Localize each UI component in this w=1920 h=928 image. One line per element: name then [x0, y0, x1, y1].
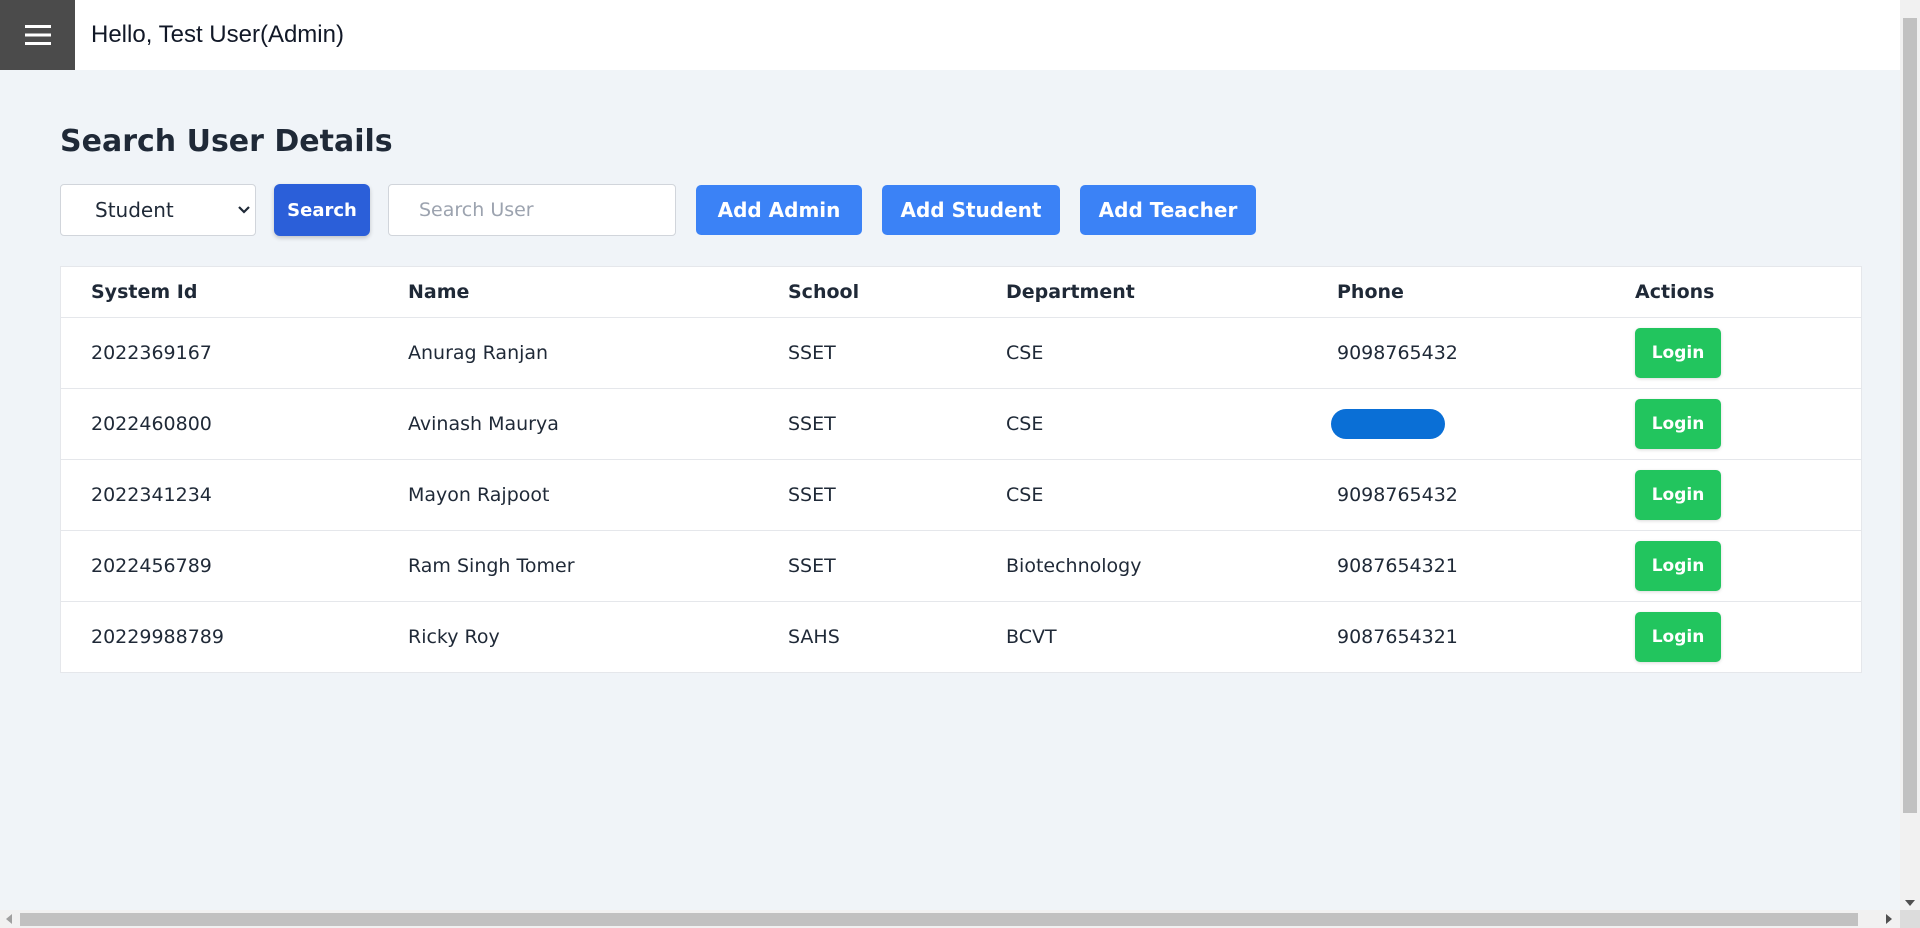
horizontal-scrollbar[interactable]	[0, 910, 1900, 928]
cell-department: Biotechnology	[976, 530, 1307, 602]
cell-actions: Login	[1605, 459, 1861, 531]
hamburger-menu-icon[interactable]	[0, 0, 75, 70]
cell-actions: Login	[1605, 317, 1861, 389]
cell-school: SSET	[758, 459, 976, 531]
cell-school: SAHS	[788, 626, 840, 648]
vertical-scrollbar-thumb[interactable]	[1903, 18, 1917, 813]
cell-name: Avinash Maurya	[378, 388, 758, 460]
login-button[interactable]: Login	[1635, 612, 1721, 662]
cell-phone	[1307, 388, 1605, 460]
greeting-text: Hello, Test User(Admin)	[91, 21, 344, 48]
search-toolbar: Student Search Add Admin Add Student Add…	[60, 184, 1860, 236]
login-button[interactable]: Login	[1635, 541, 1721, 591]
add-student-button[interactable]: Add Student	[882, 185, 1060, 235]
column-header-department: Department	[976, 267, 1307, 318]
vertical-scrollbar[interactable]	[1900, 0, 1920, 910]
cell-name: Ricky Roy	[408, 626, 500, 648]
top-bar: Hello, Test User(Admin)	[0, 0, 1900, 70]
main-content: Search User Details Student Search Add A…	[60, 70, 1862, 673]
chevron-down-icon	[238, 206, 250, 214]
cell-actions: Login	[1605, 602, 1861, 673]
login-button[interactable]: Login	[1635, 399, 1721, 449]
cell-school: SSET	[758, 388, 976, 460]
column-header-phone: Phone	[1307, 267, 1605, 318]
login-button[interactable]: Login	[1635, 328, 1721, 378]
role-select-value: Student	[95, 198, 174, 222]
cell-system-id: 2022369167	[61, 317, 378, 389]
login-button[interactable]: Login	[1635, 470, 1721, 520]
cell-system-id: 2022341234	[61, 459, 378, 531]
cell-system-id: 2022456789	[61, 530, 378, 602]
horizontal-scrollbar-thumb[interactable]	[20, 913, 1858, 926]
cell-system-id: 2022460800	[61, 388, 378, 460]
page-title: Search User Details	[60, 124, 393, 159]
cell-actions: Login	[1605, 530, 1861, 602]
table-header-row: System Id Name School Department Phone A…	[61, 267, 1861, 318]
cell-phone: 9098765432	[1307, 459, 1605, 531]
scroll-left-arrow-icon[interactable]	[6, 914, 12, 924]
column-header-school: School	[758, 267, 976, 318]
cell-name: Ram Singh Tomer	[378, 530, 758, 602]
cell-phone: 9087654321	[1307, 530, 1605, 602]
role-select[interactable]: Student	[60, 184, 256, 236]
search-input[interactable]	[388, 184, 676, 236]
cell-name: Mayon Rajpoot	[378, 459, 758, 531]
cell-department: CSE	[976, 317, 1307, 389]
users-table: System Id Name School Department Phone A…	[60, 266, 1862, 673]
table-row: 2022369167 Anurag Ranjan SSET CSE 909876…	[61, 317, 1861, 389]
cell-department: CSE	[976, 388, 1307, 460]
cell-phone: 9098765432	[1307, 317, 1605, 389]
scroll-down-arrow-icon[interactable]	[1905, 900, 1915, 906]
scroll-right-arrow-icon[interactable]	[1886, 914, 1892, 924]
redaction-mark	[1331, 409, 1445, 439]
column-header-name: Name	[378, 267, 758, 318]
column-header-actions: Actions	[1605, 267, 1861, 318]
cell-school: SSET	[758, 530, 976, 602]
search-button[interactable]: Search	[274, 184, 370, 236]
cell-name: Anurag Ranjan	[378, 317, 758, 389]
table-row: 2022456789 Ram Singh Tomer SSET Biotechn…	[61, 530, 1861, 602]
column-header-system-id: System Id	[61, 267, 378, 318]
cell-department: CSE	[976, 459, 1307, 531]
scrollbar-corner	[1900, 910, 1920, 928]
cell-system-id: 20229988789	[91, 626, 224, 648]
cell-phone: 9087654321	[1337, 626, 1458, 648]
table-row: 20229988789 Ricky Roy SAHS BCVT 90876543…	[61, 602, 1861, 673]
add-teacher-button[interactable]: Add Teacher	[1080, 185, 1256, 235]
table-row: 2022341234 Mayon Rajpoot SSET CSE 909876…	[61, 459, 1861, 531]
cell-school: SSET	[758, 317, 976, 389]
add-admin-button[interactable]: Add Admin	[696, 185, 862, 235]
table-row: 2022460800 Avinash Maurya SSET CSE Login	[61, 388, 1861, 460]
cell-department: BCVT	[1006, 626, 1057, 648]
cell-actions: Login	[1605, 388, 1861, 460]
